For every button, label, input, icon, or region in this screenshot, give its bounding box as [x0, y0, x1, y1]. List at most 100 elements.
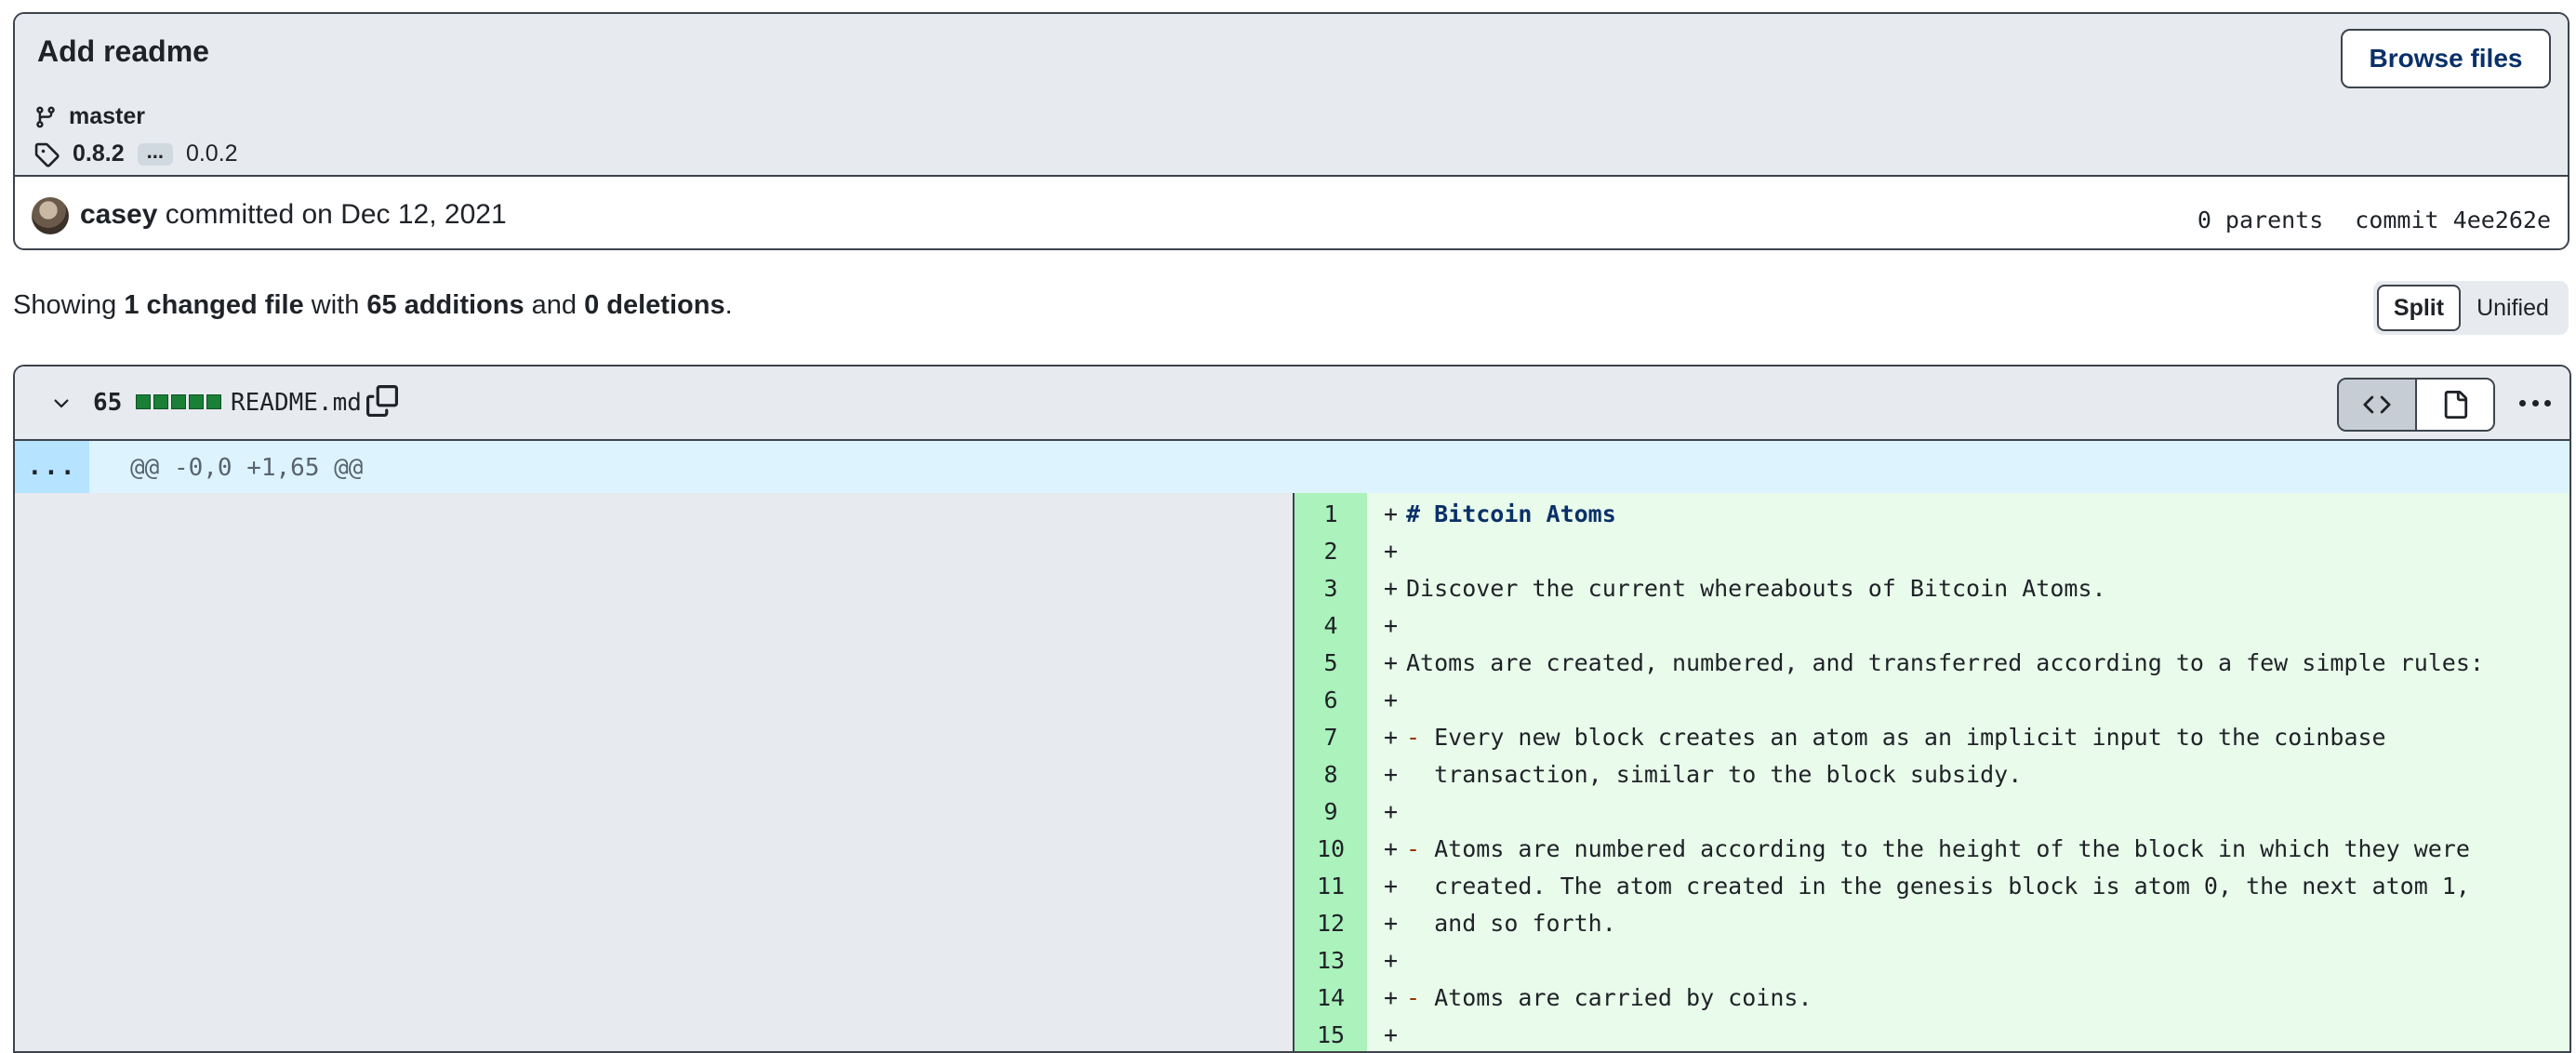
summary-prefix: Showing: [13, 290, 125, 320]
diff-line: 3 + Discover the current whereabouts of Bi…: [1295, 569, 2569, 606]
commit-meta: 0 parents commit 4ee262e: [2198, 207, 2551, 233]
changed-files-count: 1 changed file: [124, 290, 304, 320]
diff-line: 11 + created. The atom created in the gen…: [1295, 867, 2569, 904]
line-content: Every new block creates an atom as an im…: [1434, 723, 2386, 751]
diff-line: 6 +: [1295, 681, 2569, 718]
diffstat-block: [171, 394, 186, 409]
additions-count: 65 additions: [366, 290, 524, 320]
commit-title: Add readme: [37, 34, 209, 68]
commit-meta-row: casey committed on Dec 12, 2021 0 parent…: [15, 177, 2568, 248]
split-view-button[interactable]: Split: [2377, 285, 2461, 331]
line-number[interactable]: 10: [1295, 835, 1367, 862]
line-number[interactable]: 4: [1295, 612, 1367, 639]
code-view-button[interactable]: [2339, 380, 2417, 430]
diff-line: 15 +: [1295, 1016, 2569, 1051]
diff-line: 7 + - Every new block creates an atom as a…: [1295, 718, 2569, 755]
kebab-horizontal-icon[interactable]: [2519, 389, 2551, 417]
file-header: 65 README.md: [15, 367, 2569, 441]
copy-icon[interactable]: [366, 385, 398, 417]
line-content: # Bitcoin Atoms: [1406, 500, 1616, 527]
line-number[interactable]: 14: [1295, 984, 1367, 1011]
browse-files-button[interactable]: Browse files: [2341, 29, 2551, 88]
diff-line: 1 + # Bitcoin Atoms: [1295, 495, 2569, 532]
line-number[interactable]: 11: [1295, 873, 1367, 900]
list-bullet: -: [1406, 983, 1435, 1011]
addition-marker: +: [1384, 1020, 1399, 1048]
file-name-link[interactable]: README.md: [231, 389, 362, 417]
diffstat-block: [206, 394, 221, 409]
line-number[interactable]: 12: [1295, 910, 1367, 937]
diff-line: 14 + - Atoms are carried by coins.: [1295, 979, 2569, 1016]
commit-header: Add readme Browse files master 0.8.2 ...…: [13, 12, 2569, 250]
line-number[interactable]: 3: [1295, 575, 1367, 602]
line-content: Atoms are numbered according to the heig…: [1434, 834, 2470, 862]
line-number[interactable]: 8: [1295, 761, 1367, 788]
hunk-header: @@ -0,0 +1,65 @@: [130, 454, 364, 482]
tags-expand-button[interactable]: ...: [137, 140, 173, 166]
commit-sha[interactable]: commit 4ee262e: [2355, 207, 2551, 233]
code-icon: [2363, 395, 2391, 414]
summary-and: and: [524, 290, 585, 320]
line-number[interactable]: 13: [1295, 947, 1367, 974]
avatar[interactable]: [32, 197, 69, 234]
commit-summary-panel: Add readme Browse files master 0.8.2 ...…: [15, 14, 2568, 177]
line-number[interactable]: 9: [1295, 798, 1367, 825]
diff-line: 2 +: [1295, 532, 2569, 569]
summary-with: with: [303, 290, 367, 320]
line-number[interactable]: 7: [1295, 724, 1367, 751]
line-number[interactable]: 6: [1295, 686, 1367, 713]
addition-marker: +: [1384, 760, 1399, 788]
file-icon: [2444, 391, 2468, 419]
split-diff-body: 1 + # Bitcoin Atoms 2 +3 + Discover the curren…: [15, 493, 2569, 1051]
diff-summary: Showing 1 changed file with 65 additions…: [13, 290, 733, 321]
addition-marker: +: [1384, 983, 1399, 1011]
line-content: created. The atom created in the genesis…: [1406, 872, 2470, 900]
file-view-button[interactable]: [2417, 380, 2493, 430]
hunk-header-row: ... @@ -0,0 +1,65 @@: [15, 441, 2569, 493]
parents-count: 0 parents: [2197, 207, 2324, 233]
author-line: casey committed on Dec 12, 2021: [80, 199, 507, 231]
addition-marker: +: [1384, 648, 1399, 676]
diff-line: 13 +: [1295, 941, 2569, 979]
diffstat-bar: [136, 394, 221, 409]
diff-line: 10 + - Atoms are numbered according to the…: [1295, 830, 2569, 867]
line-content: and so forth.: [1406, 909, 1616, 937]
addition-marker: +: [1384, 500, 1399, 527]
right-addition-pane: 1 + # Bitcoin Atoms 2 +3 + Discover the curren…: [1295, 493, 2569, 1051]
addition-marker: +: [1384, 611, 1399, 639]
addition-marker: +: [1384, 946, 1399, 974]
tag-icon: [34, 142, 60, 167]
line-number[interactable]: 2: [1295, 538, 1367, 565]
diff-line: 4 +: [1295, 606, 2569, 644]
addition-marker: +: [1384, 834, 1399, 862]
addition-marker: +: [1384, 686, 1399, 713]
diff-view-toggle: Split Unified: [2373, 281, 2569, 335]
diffstat-block: [153, 394, 168, 409]
line-content: transaction, similar to the block subsid…: [1406, 760, 2023, 788]
author-link[interactable]: casey: [80, 199, 157, 230]
committed-date: committed on Dec 12, 2021: [165, 199, 507, 230]
addition-marker: +: [1384, 574, 1399, 602]
file-change-count: 65: [93, 389, 123, 417]
addition-marker: +: [1384, 723, 1399, 751]
line-content: Atoms are created, numbered, and transfe…: [1406, 648, 2484, 676]
diff-line: 5 + Atoms are created, numbered, and trans…: [1295, 644, 2569, 681]
branch-row: master: [33, 103, 145, 130]
file-diff: 65 README.md ... @@ -0,0 +1,65 @@ 1 + # …: [13, 365, 2571, 1053]
file-view-switch: [2337, 378, 2495, 432]
left-empty-pane: [15, 493, 1295, 1051]
unified-view-button[interactable]: Unified: [2461, 285, 2565, 331]
expand-hunk-button[interactable]: ...: [15, 441, 89, 493]
diff-line: 9 +: [1295, 793, 2569, 830]
line-number[interactable]: 15: [1295, 1021, 1367, 1048]
chevron-down-icon[interactable]: [50, 393, 73, 415]
line-content: Discover the current whereabouts of Bitc…: [1406, 574, 2106, 602]
branch-link[interactable]: master: [69, 103, 145, 130]
line-number[interactable]: 1: [1295, 500, 1367, 527]
tags-row: 0.8.2 ... 0.0.2: [33, 140, 238, 167]
diff-line: 8 + transaction, similar to the block sub…: [1295, 755, 2569, 793]
line-number[interactable]: 5: [1295, 649, 1367, 676]
tag-latest-link[interactable]: 0.8.2: [73, 140, 125, 167]
addition-marker: +: [1384, 872, 1399, 900]
tag-oldest-link[interactable]: 0.0.2: [186, 140, 238, 167]
